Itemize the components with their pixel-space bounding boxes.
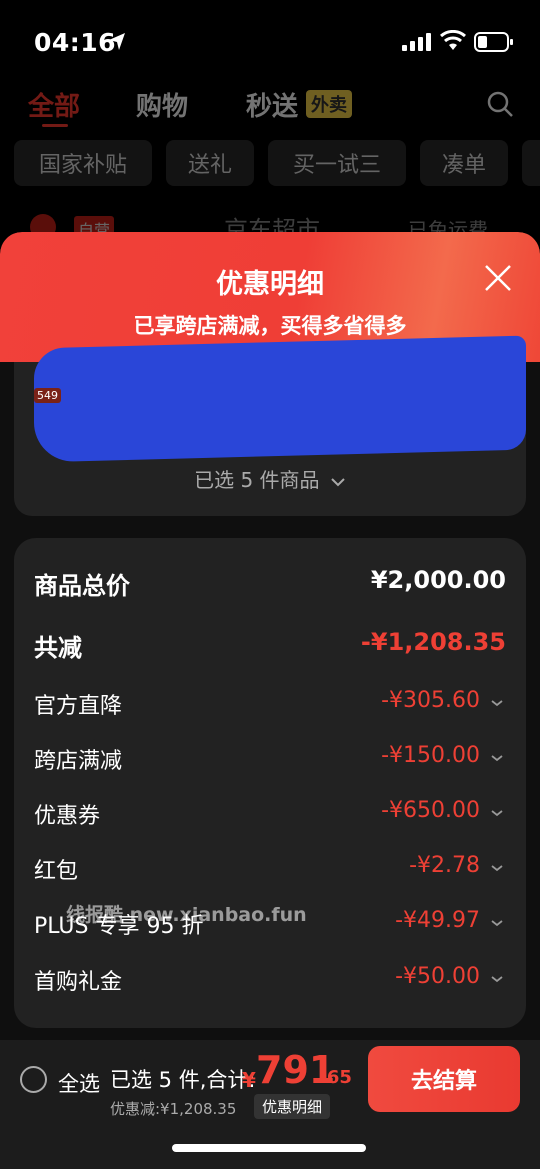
discount-value: -¥2.78 xyxy=(409,853,480,878)
price-decimal: .65 xyxy=(320,1067,352,1088)
total-value: ¥2,000.00 xyxy=(370,566,506,594)
status-time: 04:16 xyxy=(34,28,117,57)
tab-instant[interactable]: 秒送 xyxy=(246,86,298,123)
discount-label: 首购礼金 xyxy=(34,970,123,995)
chip-buy-one-try-three[interactable]: 买一试三 xyxy=(268,140,406,186)
cellular-signal-icon xyxy=(402,33,431,51)
total-label: 商品总价 xyxy=(34,572,130,600)
product-card: 549 已选 5 件商品 xyxy=(14,335,526,516)
discount-value: -¥49.97 xyxy=(395,908,480,933)
chevron-down-icon xyxy=(491,920,503,927)
sheet-title: 优惠明细 xyxy=(216,269,324,300)
chip-gift[interactable]: 送礼 xyxy=(166,140,254,186)
checkout-button[interactable]: 去结算 xyxy=(368,1046,520,1112)
tab-underline xyxy=(42,124,68,127)
chevron-down-icon xyxy=(491,700,503,707)
discount-summary: 优惠减:¥1,208.35 xyxy=(110,1100,237,1118)
discount-value: -¥305.60 xyxy=(381,688,480,713)
filter-chips: 国家补贴 送礼 买一试三 凑单 xyxy=(0,140,540,188)
chip-more[interactable] xyxy=(522,140,540,186)
wifi-icon xyxy=(440,30,466,50)
top-nav: 全部 购物 秒送 外卖 xyxy=(0,80,540,130)
chip-national-subsidy[interactable]: 国家补贴 xyxy=(14,140,152,186)
discount-value: -¥150.00 xyxy=(381,743,480,768)
price-badge: 549 xyxy=(34,388,61,403)
discount-value: -¥50.00 xyxy=(395,964,480,989)
reduction-label: 共减 xyxy=(34,634,82,662)
selected-count-label: 已选 5 件商品 xyxy=(194,468,320,492)
waimai-tag: 外卖 xyxy=(306,90,352,118)
chip-add-on[interactable]: 凑单 xyxy=(420,140,508,186)
discount-label: 优惠券 xyxy=(34,804,101,829)
checkout-bar: 全选 已选 5 件,合计: ¥ 791 .65 优惠减:¥1,208.35 优惠… xyxy=(0,1040,540,1169)
home-indicator xyxy=(172,1144,366,1152)
watermark: 线报酷 new.xianbao.fun xyxy=(66,904,307,926)
discount-value: -¥650.00 xyxy=(381,798,480,823)
status-bar: 04:16 xyxy=(0,0,540,80)
discount-label: 红包 xyxy=(34,859,79,884)
discount-detail-sheet: 优惠明细 已享跨店满减，买得多省得多 549 已选 5 件商品 商品总价 ¥2,… xyxy=(0,232,540,1062)
chevron-down-icon xyxy=(331,478,345,487)
battery-icon xyxy=(474,32,513,52)
chevron-down-icon xyxy=(491,755,503,762)
select-all-checkbox[interactable] xyxy=(20,1066,47,1093)
redacted-area xyxy=(34,335,526,463)
chevron-down-icon xyxy=(491,976,503,983)
sheet-subtitle: 已享跨店满减，买得多省得多 xyxy=(133,314,407,338)
discount-detail-button[interactable]: 优惠明细 xyxy=(254,1094,331,1119)
discount-label: 跨店满减 xyxy=(34,749,123,774)
price-detail-card: 商品总价 ¥2,000.00 共减 -¥1,208.35 官方直降 -¥305.… xyxy=(14,538,526,1028)
search-icon[interactable] xyxy=(486,90,514,118)
tab-shopping[interactable]: 购物 xyxy=(136,86,188,123)
reduction-value: -¥1,208.35 xyxy=(360,628,506,656)
tab-all[interactable]: 全部 xyxy=(28,86,80,123)
location-arrow-icon xyxy=(109,33,125,50)
price-currency: ¥ xyxy=(242,1068,256,1092)
close-icon[interactable] xyxy=(484,264,512,292)
selected-summary: 已选 5 件,合计: xyxy=(110,1068,256,1092)
selected-count-toggle[interactable]: 已选 5 件商品 xyxy=(14,464,526,493)
chevron-down-icon xyxy=(491,865,503,872)
chevron-down-icon xyxy=(491,810,503,817)
discount-label: 官方直降 xyxy=(34,694,123,719)
select-all-label[interactable]: 全选 xyxy=(58,1068,100,1098)
